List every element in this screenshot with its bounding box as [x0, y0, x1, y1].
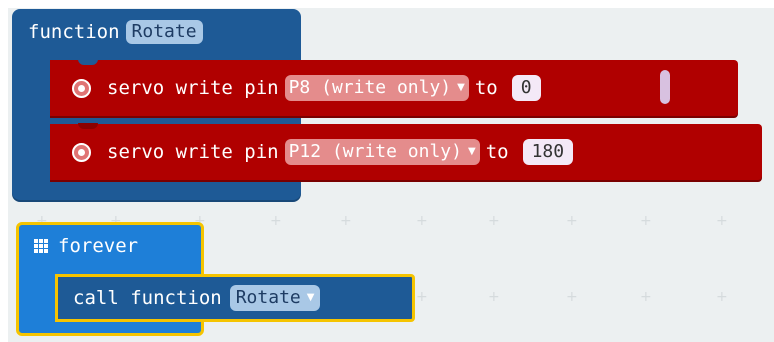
function-keyword: function [28, 21, 120, 43]
grid-marker: + [340, 213, 352, 229]
grid-marker: + [640, 289, 652, 305]
value-socket [660, 70, 670, 104]
servo-write-block[interactable]: servo write pin P8 (write only) ▼ to 0 [50, 59, 738, 116]
servo-write-label: servo write pin [107, 77, 279, 99]
pin-dropdown-value: P12 (write only) [288, 141, 462, 162]
grid-marker: + [488, 289, 500, 305]
grid-icon [34, 239, 48, 253]
servo-write-label: servo write pin [107, 141, 279, 163]
forever-header: forever [34, 232, 138, 260]
grid-marker: + [716, 289, 728, 305]
grid-marker: + [640, 213, 652, 229]
dropdown-arrow-icon: ▼ [467, 146, 476, 157]
grid-marker: + [488, 213, 500, 229]
grid-marker: + [716, 213, 728, 229]
pin-dropdown[interactable]: P12 (write only) ▼ [284, 139, 480, 165]
servo-icon [72, 78, 91, 98]
servo-write-block[interactable]: servo write pin P12 (write only) ▼ to 18… [50, 123, 762, 180]
value-input[interactable]: 180 [522, 139, 574, 165]
to-label: to [485, 141, 509, 163]
function-name-field[interactable]: Rotate [125, 20, 203, 44]
call-function-label: call function [73, 287, 222, 309]
function-header: function Rotate [28, 17, 203, 47]
grid-marker: + [416, 213, 428, 229]
value-input[interactable]: 0 [511, 75, 541, 101]
grid-marker: + [416, 289, 428, 305]
grid-marker: + [270, 213, 282, 229]
grid-marker: + [566, 213, 578, 229]
function-name-dropdown[interactable]: Rotate ▼ [229, 285, 321, 311]
function-name-value: Rotate [235, 287, 301, 308]
to-label: to [474, 77, 498, 99]
pin-dropdown-value: P8 (write only) [288, 77, 452, 98]
block-notch [78, 59, 98, 65]
block-notch [78, 123, 98, 129]
grid-marker: + [566, 289, 578, 305]
pin-dropdown[interactable]: P8 (write only) ▼ [284, 75, 469, 101]
forever-label: forever [58, 235, 139, 257]
dropdown-arrow-icon: ▼ [306, 292, 315, 303]
dropdown-arrow-icon: ▼ [457, 82, 465, 93]
call-function-block[interactable]: call function Rotate ▼ [55, 274, 415, 322]
servo-icon [72, 142, 91, 162]
